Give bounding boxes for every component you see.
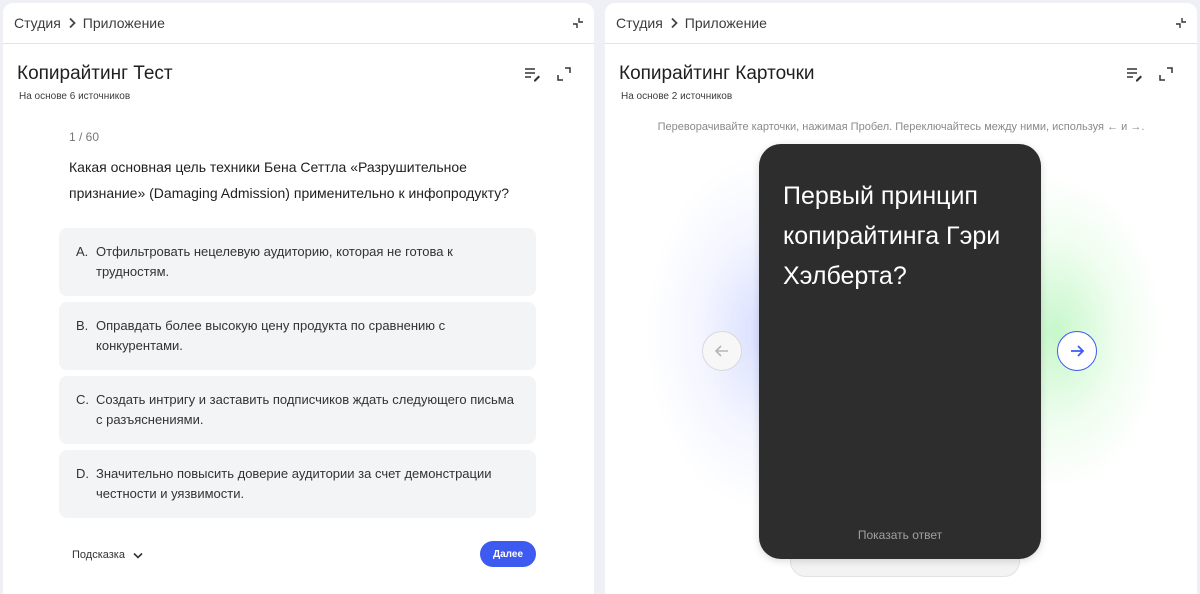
breadcrumb: Студия Приложение <box>605 3 1197 44</box>
breadcrumb: Студия Приложение <box>3 3 594 44</box>
question-text: Какая основная цель техники Бена Сеттла … <box>69 159 509 201</box>
edit-list-icon[interactable] <box>1125 65 1143 83</box>
flashcards-panel: Студия Приложение Копирайтинг Карточки Н… <box>605 3 1197 594</box>
page-title: Копирайтинг Карточки <box>619 63 815 84</box>
option-text: Создать интригу и заставить подписчиков … <box>96 392 514 427</box>
collapse-icon[interactable] <box>571 16 585 30</box>
answer-option-a[interactable]: A. Отфильтровать нецелевую аудиторию, ко… <box>59 228 536 296</box>
breadcrumb-studio-link[interactable]: Студия <box>616 15 663 31</box>
expand-icon[interactable] <box>1157 65 1175 83</box>
collapse-icon[interactable] <box>1174 16 1188 30</box>
show-answer-button[interactable]: Показать ответ <box>759 528 1041 542</box>
option-text: Оправдать более высокую цену продукта по… <box>96 318 446 353</box>
option-text: Значительно повысить доверие аудитории з… <box>96 466 492 501</box>
sources-count: На основе 6 источников <box>19 91 131 102</box>
next-card-button[interactable] <box>1057 331 1097 371</box>
hint-label: Подсказка <box>72 549 125 561</box>
chevron-right-icon <box>67 17 77 29</box>
quiz-panel: Студия Приложение Копирайтинг Тест На ос… <box>3 3 594 594</box>
option-letter: D. <box>76 466 89 481</box>
flashcard-front-text: Первый принцип копирайтинга Гэри Хэлберт… <box>783 182 1001 290</box>
chevron-down-icon <box>133 552 143 559</box>
next-button[interactable]: Далее <box>480 541 536 567</box>
option-letter: B. <box>76 318 89 333</box>
breadcrumb-current: Приложение <box>684 15 767 31</box>
edit-list-icon[interactable] <box>523 65 541 83</box>
option-text: Отфильтровать нецелевую аудиторию, котор… <box>96 244 453 279</box>
question-counter: 1 / 60 <box>69 130 100 144</box>
arrow-right-icon <box>1071 345 1085 357</box>
page-title: Копирайтинг Тест <box>17 63 173 84</box>
sources-count: На основе 2 источников <box>621 91 733 102</box>
answer-option-b[interactable]: B. Оправдать более высокую цену продукта… <box>59 302 536 370</box>
option-letter: C. <box>76 392 89 407</box>
expand-icon[interactable] <box>555 65 573 83</box>
chevron-right-icon <box>669 17 679 29</box>
keyboard-instructions: Переворачивайте карточки, нажимая Пробел… <box>657 121 1145 133</box>
option-letter: A. <box>76 244 89 259</box>
hint-toggle[interactable]: Подсказка <box>72 549 143 561</box>
previous-card-button[interactable] <box>702 331 742 371</box>
breadcrumb-studio-link[interactable]: Студия <box>14 15 61 31</box>
breadcrumb-current: Приложение <box>82 15 165 31</box>
arrow-left-icon <box>714 345 728 357</box>
flashcard[interactable]: Первый принцип копирайтинга Гэри Хэлберт… <box>759 144 1041 559</box>
answer-option-d[interactable]: D. Значительно повысить доверие аудитори… <box>59 450 536 518</box>
answer-option-c[interactable]: C. Создать интригу и заставить подписчик… <box>59 376 536 444</box>
